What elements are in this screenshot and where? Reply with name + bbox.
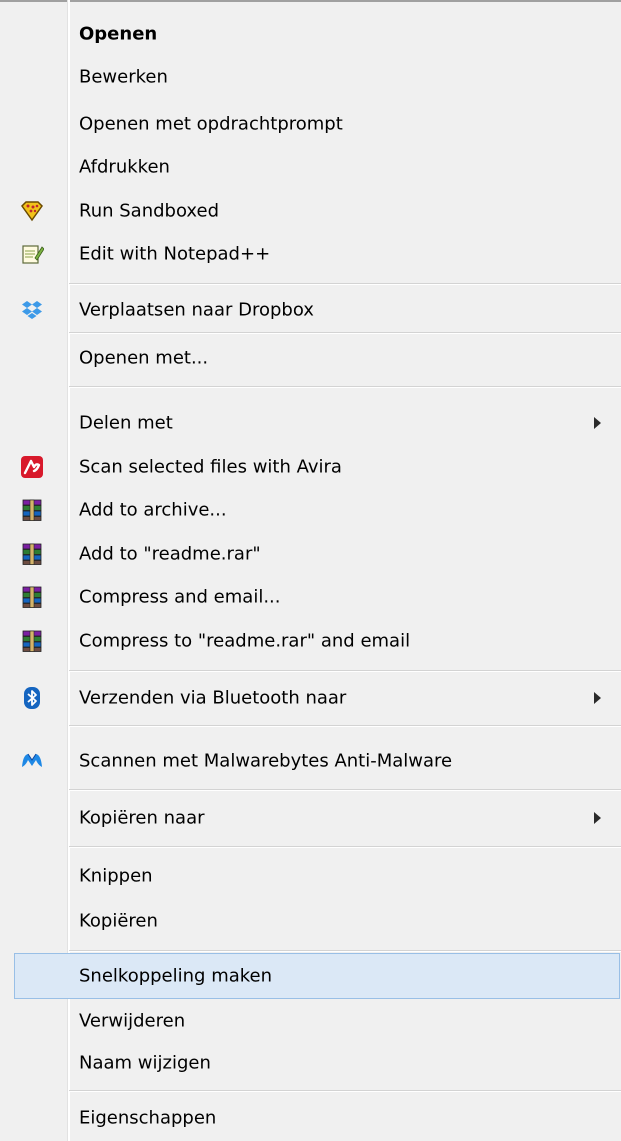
menu-item-afdrukken[interactable]: Afdrukken xyxy=(0,144,621,190)
menu-separator xyxy=(69,332,621,334)
menu-item-label: Openen xyxy=(79,23,158,45)
menu-separator xyxy=(69,670,621,672)
menu-separator xyxy=(69,846,621,848)
menu-item-label: Kopiëren xyxy=(79,910,158,932)
menu-item-scan-with-avira[interactable]: Scan selected files with Avira xyxy=(0,444,621,490)
menu-item-kopieren[interactable]: Kopiëren xyxy=(0,898,621,944)
menu-top-border xyxy=(0,0,621,2)
menu-item-label: Openen met opdrachtprompt xyxy=(79,113,343,135)
menu-separator xyxy=(69,789,621,791)
menu-item-label: Run Sandboxed xyxy=(79,200,220,222)
menu-item-label: Eigenschappen xyxy=(79,1107,217,1129)
menu-item-add-to-readme-rar[interactable]: Add to "readme.rar" xyxy=(0,531,621,577)
menu-item-verzenden-via-bluetooth-naar[interactable]: Verzenden via Bluetooth naar xyxy=(0,675,621,721)
submenu-arrow-icon xyxy=(594,812,601,824)
menu-separator xyxy=(69,1090,621,1092)
notepad-plus-plus-icon xyxy=(20,242,45,266)
menu-item-label: Afdrukken xyxy=(79,156,170,178)
menu-item-label: Scannen met Malwarebytes Anti-Malware xyxy=(79,750,453,772)
menu-item-label: Verzenden via Bluetooth naar xyxy=(79,687,347,709)
menu-separator xyxy=(69,283,621,285)
malwarebytes-icon xyxy=(20,749,44,773)
menu-item-label: Add to archive... xyxy=(79,499,227,521)
menu-item-label: Knippen xyxy=(79,865,153,887)
menu-item-label: Bewerken xyxy=(79,66,168,88)
winrar-icon xyxy=(20,498,44,522)
menu-item-compress-to-readme-rar-and-email[interactable]: Compress to "readme.rar" and email xyxy=(0,618,621,664)
menu-item-label: Add to "readme.rar" xyxy=(79,543,261,565)
menu-item-eigenschappen[interactable]: Eigenschappen xyxy=(0,1095,621,1141)
avira-icon xyxy=(20,455,44,479)
menu-item-run-sandboxed[interactable]: Run Sandboxed xyxy=(0,188,621,234)
menu-item-label: Compress to "readme.rar" and email xyxy=(79,630,411,652)
menu-separator xyxy=(69,950,621,952)
menu-separator xyxy=(69,386,621,388)
menu-item-verplaatsen-naar-dropbox[interactable]: Verplaatsen naar Dropbox xyxy=(0,287,621,333)
menu-item-openen-met[interactable]: Openen met... xyxy=(0,335,621,381)
dropbox-icon xyxy=(20,298,44,322)
menu-item-label: Edit with Notepad++ xyxy=(79,243,271,265)
menu-item-snelkoppeling-maken[interactable]: Snelkoppeling maken xyxy=(14,953,620,999)
menu-item-label: Naam wijzigen xyxy=(79,1052,211,1074)
menu-item-verwijderen[interactable]: Verwijderen xyxy=(0,998,621,1044)
menu-item-bewerken[interactable]: Bewerken xyxy=(0,54,621,100)
bluetooth-icon xyxy=(20,686,44,710)
menu-item-naam-wijzigen[interactable]: Naam wijzigen xyxy=(0,1040,621,1086)
menu-item-add-to-archive[interactable]: Add to archive... xyxy=(0,487,621,533)
sandboxie-icon xyxy=(20,199,44,223)
winrar-icon xyxy=(20,629,44,653)
menu-item-label: Compress and email... xyxy=(79,586,281,608)
menu-separator xyxy=(69,725,621,727)
context-menu: Openen Bewerken Openen met opdrachtpromp… xyxy=(0,0,621,1141)
menu-item-openen-met-opdrachtprompt[interactable]: Openen met opdrachtprompt xyxy=(0,101,621,147)
submenu-arrow-icon xyxy=(594,692,601,704)
menu-item-edit-with-notepad[interactable]: Edit with Notepad++ xyxy=(0,231,621,277)
menu-item-openen[interactable]: Openen xyxy=(0,11,621,57)
winrar-icon xyxy=(20,542,44,566)
winrar-icon xyxy=(20,585,44,609)
submenu-arrow-icon xyxy=(594,417,601,429)
menu-item-compress-and-email[interactable]: Compress and email... xyxy=(0,574,621,620)
menu-item-kopieren-naar[interactable]: Kopiëren naar xyxy=(0,795,621,841)
menu-item-label: Scan selected files with Avira xyxy=(79,456,342,478)
menu-item-scannen-met-malwarebytes[interactable]: Scannen met Malwarebytes Anti-Malware xyxy=(0,738,621,784)
menu-item-delen-met[interactable]: Delen met xyxy=(0,400,621,446)
menu-item-label: Delen met xyxy=(79,412,173,434)
menu-item-label: Verwijderen xyxy=(79,1010,186,1032)
menu-item-label: Snelkoppeling maken xyxy=(79,965,273,987)
menu-item-label: Kopiëren naar xyxy=(79,807,205,829)
menu-item-label: Verplaatsen naar Dropbox xyxy=(79,299,314,321)
menu-item-label: Openen met... xyxy=(79,347,209,369)
menu-item-knippen[interactable]: Knippen xyxy=(0,853,621,899)
